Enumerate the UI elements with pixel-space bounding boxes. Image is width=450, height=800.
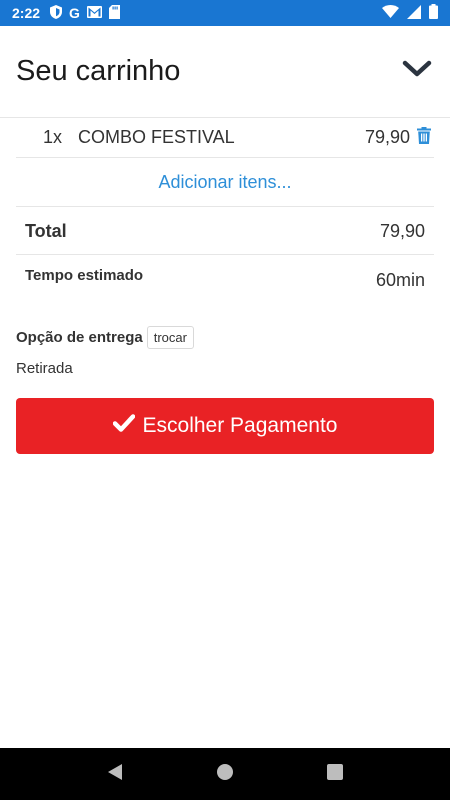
shield-icon <box>50 4 63 22</box>
google-icon: G <box>69 5 80 21</box>
remove-item-button[interactable] <box>414 126 434 149</box>
delivery-option: Opção de entrega trocar <box>16 326 434 349</box>
back-icon <box>107 763 123 786</box>
total-value: 79,90 <box>379 220 425 241</box>
signal-icon <box>407 4 421 22</box>
gmail-icon <box>86 5 102 21</box>
nav-home-button[interactable] <box>205 754 245 794</box>
collapse-cart-button[interactable] <box>400 55 434 89</box>
cart-item-row: 1x COMBO FESTIVAL 79,90 <box>16 118 434 158</box>
estimated-time-row: Tempo estimado 60min <box>16 256 434 306</box>
change-delivery-button[interactable]: trocar <box>146 326 194 349</box>
item-quantity: 1x <box>42 127 62 147</box>
choose-payment-label: Escolher Pagamento <box>142 414 338 437</box>
total-row: Total 79,90 <box>16 208 434 255</box>
home-icon <box>216 763 234 786</box>
total-label: Total <box>25 220 67 241</box>
item-price: 79,90 <box>364 127 410 147</box>
recents-icon <box>327 763 343 785</box>
status-bar: 2:22 G <box>0 0 450 26</box>
sd-card-icon <box>108 4 120 22</box>
wifi-icon <box>382 5 399 21</box>
add-items-link[interactable]: Adicionar itens... <box>158 172 291 193</box>
add-items-row: Adicionar itens... <box>16 159 434 207</box>
cart-header: Seu carrinho <box>0 26 450 118</box>
delivery-option-label: Opção de entrega <box>16 329 143 346</box>
nav-back-button[interactable] <box>95 754 135 794</box>
page-title: Seu carrinho <box>16 55 181 87</box>
estimated-time-value: 60min <box>375 270 425 290</box>
estimated-time-label: Tempo estimado <box>25 267 144 284</box>
item-name: COMBO FESTIVAL <box>78 127 235 147</box>
check-icon <box>112 414 135 438</box>
system-icons <box>382 4 438 22</box>
chevron-down-icon <box>402 59 432 84</box>
trash-icon <box>417 126 431 149</box>
battery-icon <box>429 4 438 22</box>
nav-recents-button[interactable] <box>315 754 355 794</box>
delivery-option-value: Retirada <box>16 360 73 377</box>
notification-icons: G <box>50 4 120 22</box>
choose-payment-button[interactable]: Escolher Pagamento <box>16 398 434 454</box>
status-time: 2:22 <box>12 5 41 21</box>
system-nav-bar <box>0 748 450 800</box>
